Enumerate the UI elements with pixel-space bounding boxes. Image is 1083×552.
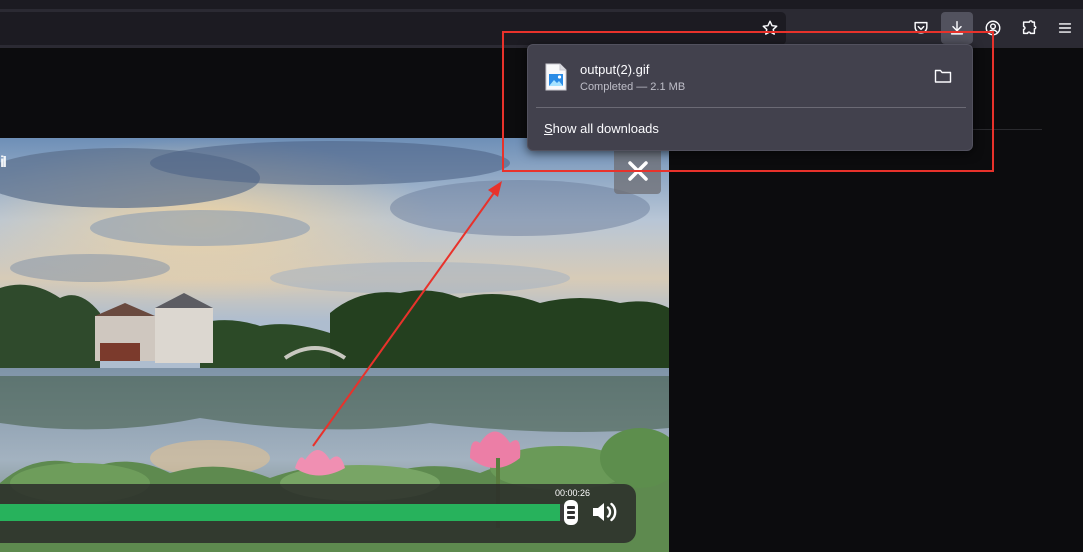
volume-icon[interactable] xyxy=(590,499,618,525)
progress-handle[interactable] xyxy=(564,500,578,525)
progress-bar[interactable] xyxy=(0,504,566,521)
extensions-icon[interactable] xyxy=(1013,12,1045,44)
video-player[interactable]: iI 00:00:26 xyxy=(0,138,669,552)
browser-window: iI 00:00:26 output(2).gif Completed — 2.… xyxy=(0,0,1083,552)
progress-fill xyxy=(0,504,561,521)
video-watermark: iI xyxy=(0,154,7,171)
video-controls: 00:00:26 xyxy=(0,484,636,543)
annotation-highlight-box xyxy=(502,31,994,172)
menu-icon[interactable] xyxy=(1049,12,1081,44)
current-time: 00:00:26 xyxy=(555,488,591,498)
tab-strip xyxy=(0,0,1083,9)
